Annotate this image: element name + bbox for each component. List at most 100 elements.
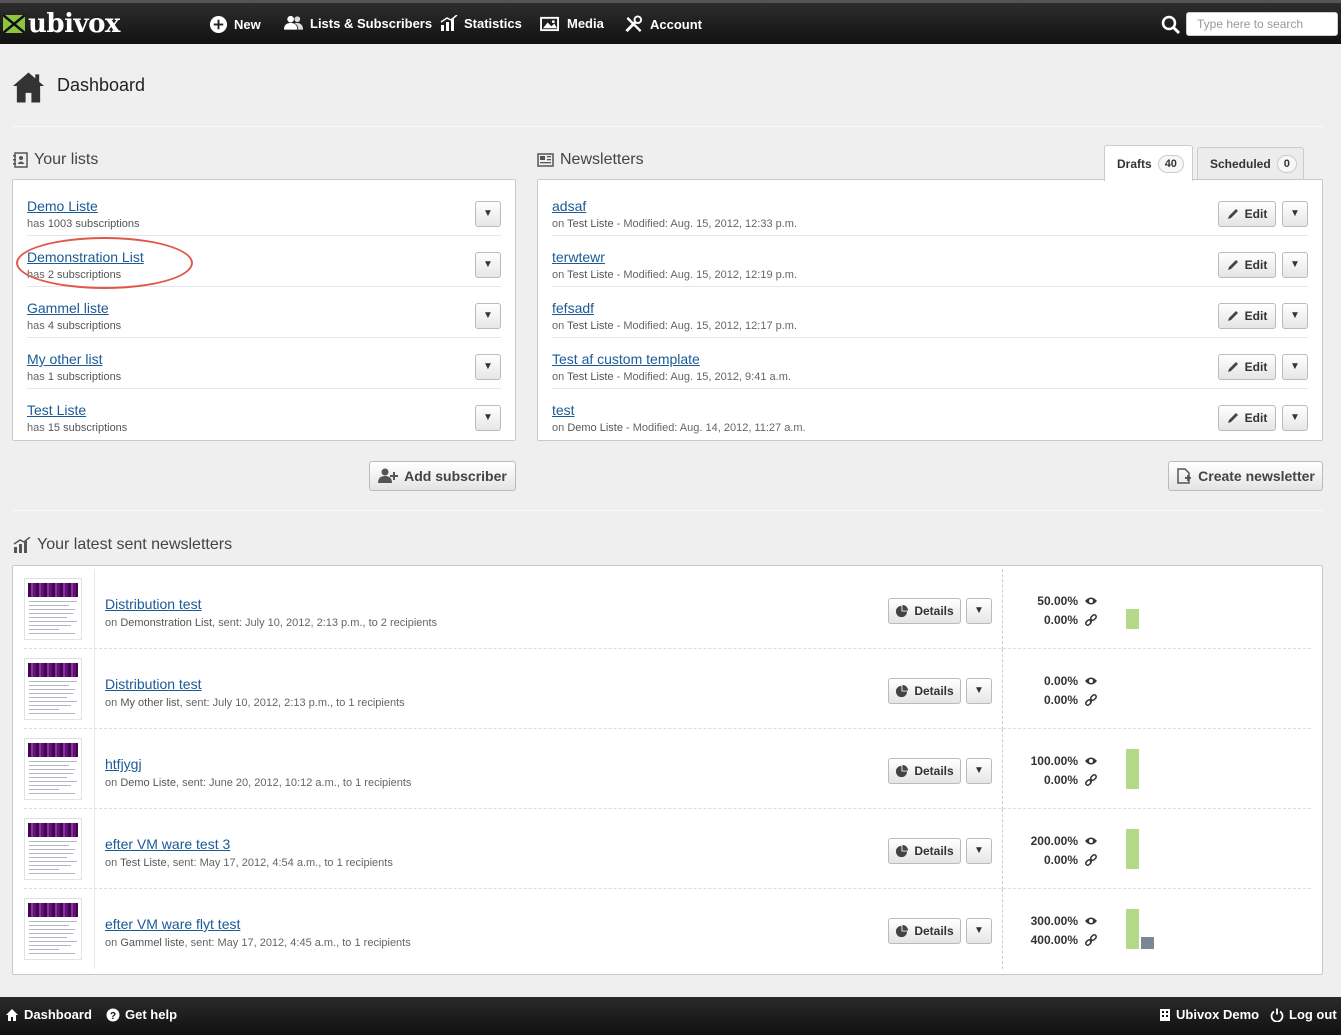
tab-drafts[interactable]: Drafts 40 bbox=[1104, 145, 1193, 181]
on-label: on bbox=[552, 422, 565, 434]
sent-options-dropdown[interactable]: ▼ bbox=[966, 758, 992, 784]
sent-newsletter-link[interactable]: efter VM ware test 3 bbox=[105, 836, 230, 852]
newsletter-list-link[interactable]: Test Liste bbox=[567, 269, 613, 281]
sent-options-dropdown[interactable]: ▼ bbox=[966, 598, 992, 624]
sent-list-link[interactable]: Demo Liste bbox=[120, 777, 176, 789]
footer-help-link[interactable]: ? Get help bbox=[106, 1007, 177, 1022]
sent-info-text: , sent: June 20, 2012, 10:12 a.m., to 1 … bbox=[175, 777, 412, 789]
ubivox-logo[interactable]: ubivox bbox=[3, 9, 120, 39]
details-label: Details bbox=[914, 844, 954, 858]
add-subscriber-button[interactable]: Add subscriber bbox=[369, 461, 516, 491]
edit-button[interactable]: Edit bbox=[1218, 201, 1276, 227]
address-book-icon bbox=[13, 152, 28, 168]
newsletter-options-dropdown[interactable]: ▼ bbox=[1282, 201, 1308, 227]
tab-scheduled-label: Scheduled bbox=[1210, 157, 1271, 171]
your-lists-heading: Your lists bbox=[13, 151, 98, 169]
list-options-dropdown[interactable]: ▼ bbox=[475, 303, 501, 329]
details-label: Details bbox=[914, 924, 954, 938]
modified-text: - Modified: Aug. 15, 2012, 12:19 p.m. bbox=[613, 269, 798, 281]
sent-newsletter-link[interactable]: htfjygj bbox=[105, 756, 142, 772]
logout-button[interactable]: Log out bbox=[1270, 1007, 1337, 1022]
list-options-dropdown[interactable]: ▼ bbox=[475, 354, 501, 380]
nav-lists-subscribers[interactable]: Lists & Subscribers bbox=[283, 15, 432, 31]
details-button[interactable]: Details bbox=[888, 758, 961, 784]
sent-list-link[interactable]: My other list bbox=[120, 697, 179, 709]
list-name-link[interactable]: My other list bbox=[27, 351, 102, 367]
nav-account-label: Account bbox=[650, 17, 702, 32]
footer-account-link[interactable]: Ubivox Demo bbox=[1159, 1007, 1259, 1022]
list-name-link[interactable]: Demo Liste bbox=[27, 198, 98, 214]
nav-new[interactable]: New bbox=[209, 15, 261, 34]
on-label: on bbox=[105, 617, 118, 629]
nav-media[interactable]: Media bbox=[540, 15, 604, 32]
edit-button[interactable]: Edit bbox=[1218, 405, 1276, 431]
details-button[interactable]: Details bbox=[888, 838, 961, 864]
open-rate-bar bbox=[1126, 609, 1139, 629]
newsletter-thumbnail[interactable] bbox=[24, 898, 82, 960]
details-button[interactable]: Details bbox=[888, 598, 961, 624]
list-options-dropdown[interactable]: ▼ bbox=[475, 201, 501, 227]
newsletter-meta: on Test Liste - Modified: Aug. 15, 2012,… bbox=[552, 320, 797, 332]
newsletter-list-link[interactable]: Demo Liste bbox=[567, 422, 623, 434]
sent-info-text: , sent: July 10, 2012, 2:13 p.m., to 1 r… bbox=[179, 697, 405, 709]
footer-dashboard-link[interactable]: Dashboard bbox=[5, 1007, 92, 1022]
newsletter-name-link[interactable]: adsaf bbox=[552, 198, 586, 214]
subs-prefix: has bbox=[27, 371, 45, 383]
newsletter-name-link[interactable]: fefsadf bbox=[552, 300, 594, 316]
sent-options-dropdown[interactable]: ▼ bbox=[966, 678, 992, 704]
sent-newsletter-link[interactable]: Distribution test bbox=[105, 676, 201, 692]
subscriptions-link[interactable]: 4 subscriptions bbox=[48, 320, 121, 332]
subscriptions-link[interactable]: 15 subscriptions bbox=[48, 422, 128, 434]
sent-newsletter-link[interactable]: efter VM ware flyt test bbox=[105, 916, 240, 932]
sent-options-dropdown[interactable]: ▼ bbox=[966, 838, 992, 864]
newsletter-meta: on Demo Liste - Modified: Aug. 14, 2012,… bbox=[552, 422, 806, 434]
edit-button[interactable]: Edit bbox=[1218, 252, 1276, 278]
open-rate-bar bbox=[1126, 829, 1139, 869]
subscriptions-link[interactable]: 1003 subscriptions bbox=[48, 218, 140, 230]
newsletter-thumbnail[interactable] bbox=[24, 578, 82, 640]
newsletter-meta: on Test Liste - Modified: Aug. 15, 2012,… bbox=[552, 269, 797, 281]
newsletter-list-link[interactable]: Test Liste bbox=[567, 371, 613, 383]
stats-bars bbox=[1126, 829, 1166, 869]
details-button[interactable]: Details bbox=[888, 678, 961, 704]
divider bbox=[94, 809, 95, 889]
newsletter-name-link[interactable]: Test af custom template bbox=[552, 351, 700, 367]
list-name-link[interactable]: Gammel liste bbox=[27, 300, 109, 316]
nav-account[interactable]: Account bbox=[624, 15, 702, 34]
sent-newsletter-meta: on Demo Liste, sent: June 20, 2012, 10:1… bbox=[105, 777, 411, 789]
lists-panel: Demo Liste has 1003 subscriptions ▼ Demo… bbox=[12, 179, 516, 441]
newsletter-list-link[interactable]: Test Liste bbox=[567, 320, 613, 332]
nav-statistics[interactable]: Statistics bbox=[440, 15, 522, 31]
sent-list-link[interactable]: Demonstration List bbox=[120, 617, 212, 629]
edit-button[interactable]: Edit bbox=[1218, 303, 1276, 329]
details-button[interactable]: Details bbox=[888, 918, 961, 944]
newsletter-thumbnail[interactable] bbox=[24, 658, 82, 720]
newsletter-options-dropdown[interactable]: ▼ bbox=[1282, 354, 1308, 380]
list-options-dropdown[interactable]: ▼ bbox=[475, 252, 501, 278]
newsletter-thumbnail[interactable] bbox=[24, 738, 82, 800]
scheduled-count-badge: 0 bbox=[1276, 155, 1297, 173]
newsletter-name-link[interactable]: terwtewr bbox=[552, 249, 605, 265]
search-input[interactable] bbox=[1186, 12, 1338, 36]
search-icon[interactable] bbox=[1161, 15, 1181, 35]
newsletter-options-dropdown[interactable]: ▼ bbox=[1282, 303, 1308, 329]
list-name-link[interactable]: Test Liste bbox=[27, 402, 86, 418]
sent-newsletter-link[interactable]: Distribution test bbox=[105, 596, 201, 612]
newsletter-thumbnail[interactable] bbox=[24, 818, 82, 880]
list-options-dropdown[interactable]: ▼ bbox=[475, 405, 501, 431]
tab-scheduled[interactable]: Scheduled 0 bbox=[1197, 147, 1304, 180]
create-newsletter-button[interactable]: Create newsletter bbox=[1168, 461, 1323, 491]
logout-label: Log out bbox=[1289, 1007, 1337, 1022]
edit-label: Edit bbox=[1244, 258, 1268, 272]
newsletter-name-link[interactable]: test bbox=[552, 402, 575, 418]
subscriptions-link[interactable]: 1 subscriptions bbox=[48, 371, 121, 383]
details-label: Details bbox=[914, 604, 954, 618]
on-label: on bbox=[105, 697, 118, 709]
sent-options-dropdown[interactable]: ▼ bbox=[966, 918, 992, 944]
newsletter-options-dropdown[interactable]: ▼ bbox=[1282, 252, 1308, 278]
sent-list-link[interactable]: Test Liste bbox=[120, 857, 166, 869]
newsletter-options-dropdown[interactable]: ▼ bbox=[1282, 405, 1308, 431]
edit-button[interactable]: Edit bbox=[1218, 354, 1276, 380]
sent-list-link[interactable]: Gammel liste bbox=[120, 937, 184, 949]
newsletter-list-link[interactable]: Test Liste bbox=[567, 218, 613, 230]
